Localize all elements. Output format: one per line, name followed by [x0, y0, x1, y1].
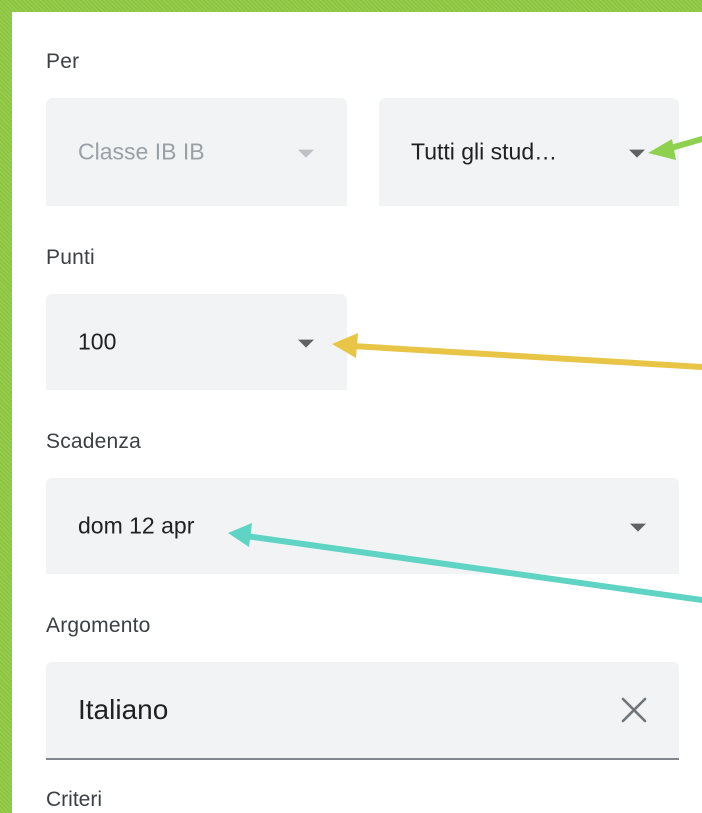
points-label: Punti [46, 246, 95, 269]
assignment-settings-panel: Per Classe IB IB Tutti gli stud… Punti 1… [12, 12, 702, 813]
caret-down-icon [298, 149, 314, 158]
class-select-value: Classe IB IB [78, 138, 205, 165]
points-select[interactable]: 100 [46, 294, 347, 390]
points-select-value: 100 [78, 328, 117, 355]
due-date-select[interactable]: dom 12 apr [46, 478, 679, 574]
topic-field[interactable]: Italiano [46, 662, 679, 760]
due-label: Scadenza [46, 430, 142, 453]
topic-value: Italiano [78, 694, 169, 725]
students-select[interactable]: Tutti gli stud… [379, 98, 679, 206]
caret-down-icon [629, 149, 645, 158]
for-label: Per [46, 50, 80, 73]
close-icon[interactable] [619, 695, 649, 725]
caret-down-icon [298, 339, 314, 348]
criteria-label: Criteri [46, 788, 102, 811]
class-select[interactable]: Classe IB IB [46, 98, 347, 206]
caret-down-icon [630, 523, 646, 532]
topic-label: Argomento [46, 614, 151, 637]
students-select-value: Tutti gli stud… [411, 138, 558, 165]
due-date-value: dom 12 apr [78, 512, 195, 539]
